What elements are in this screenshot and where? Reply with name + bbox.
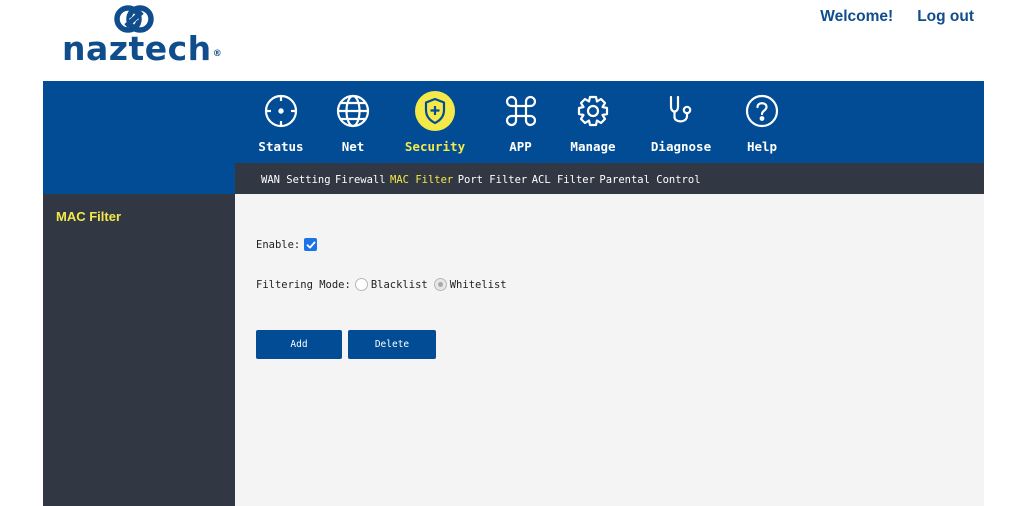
brand-name: naztech®: [62, 29, 223, 68]
nav-label-diagnose: Diagnose: [650, 139, 712, 154]
checkmark-icon: [306, 241, 316, 248]
enable-row: Enable:: [256, 238, 318, 251]
whitelist-label: Whitelist: [449, 278, 507, 291]
nav-manage[interactable]: Manage: [563, 81, 623, 163]
nav-app[interactable]: APP: [498, 81, 543, 163]
subnav-acl-filter[interactable]: ACL Filter: [532, 174, 595, 186]
nav-security[interactable]: Security: [393, 81, 477, 163]
nav-status[interactable]: Status: [250, 81, 312, 163]
crosshair-icon: [261, 91, 301, 131]
sub-nav: WAN Setting Firewall MAC Filter Port Fil…: [235, 163, 984, 194]
nav-label-security: Security: [404, 139, 466, 154]
brand-logo: naztech®: [62, 2, 232, 68]
sidebar-item-mac-filter[interactable]: MAC Filter: [56, 209, 121, 224]
enable-checkbox[interactable]: [304, 238, 318, 251]
nav-label-help: Help: [746, 139, 778, 154]
main-content: Enable: Filtering Mode: Blacklist Whitel…: [235, 194, 984, 506]
sidebar: MAC Filter: [43, 194, 235, 506]
nav-diagnose[interactable]: Diagnose: [643, 81, 719, 163]
question-icon: [742, 91, 782, 131]
main-nav: Status Net Security APP Manage Diagnose …: [43, 81, 984, 163]
stethoscope-icon: [661, 91, 701, 131]
welcome-link[interactable]: Welcome!: [820, 8, 893, 26]
sidebar-header: [43, 163, 235, 194]
filtering-mode-row: Filtering Mode: Blacklist Whitelist: [256, 278, 507, 291]
enable-label: Enable:: [256, 238, 301, 251]
add-button[interactable]: Add: [256, 330, 342, 359]
subnav-mac-filter[interactable]: MAC Filter: [390, 174, 453, 186]
shield-plus-icon: [415, 91, 455, 131]
subnav-parental-control[interactable]: Parental Control: [599, 174, 700, 186]
whitelist-radio[interactable]: [433, 278, 447, 291]
subnav-port-filter[interactable]: Port Filter: [458, 174, 528, 186]
nav-label-app: APP: [509, 139, 532, 154]
subnav-firewall[interactable]: Firewall: [335, 174, 386, 186]
command-icon: [501, 91, 541, 131]
globe-icon: [333, 91, 373, 131]
nav-help[interactable]: Help: [739, 81, 785, 163]
nav-label-net: Net: [341, 139, 365, 154]
header-links: Welcome! Log out: [820, 8, 974, 26]
nav-label-manage: Manage: [570, 139, 616, 154]
subnav-wan-setting[interactable]: WAN Setting: [261, 174, 331, 186]
blacklist-radio[interactable]: [354, 278, 368, 291]
nav-label-status: Status: [258, 139, 304, 154]
gear-icon: [573, 91, 613, 131]
blacklist-label: Blacklist: [370, 278, 428, 291]
delete-button[interactable]: Delete: [348, 330, 436, 359]
filtering-mode-label: Filtering Mode:: [256, 278, 351, 291]
logout-link[interactable]: Log out: [917, 8, 974, 26]
nav-net[interactable]: Net: [328, 81, 378, 163]
